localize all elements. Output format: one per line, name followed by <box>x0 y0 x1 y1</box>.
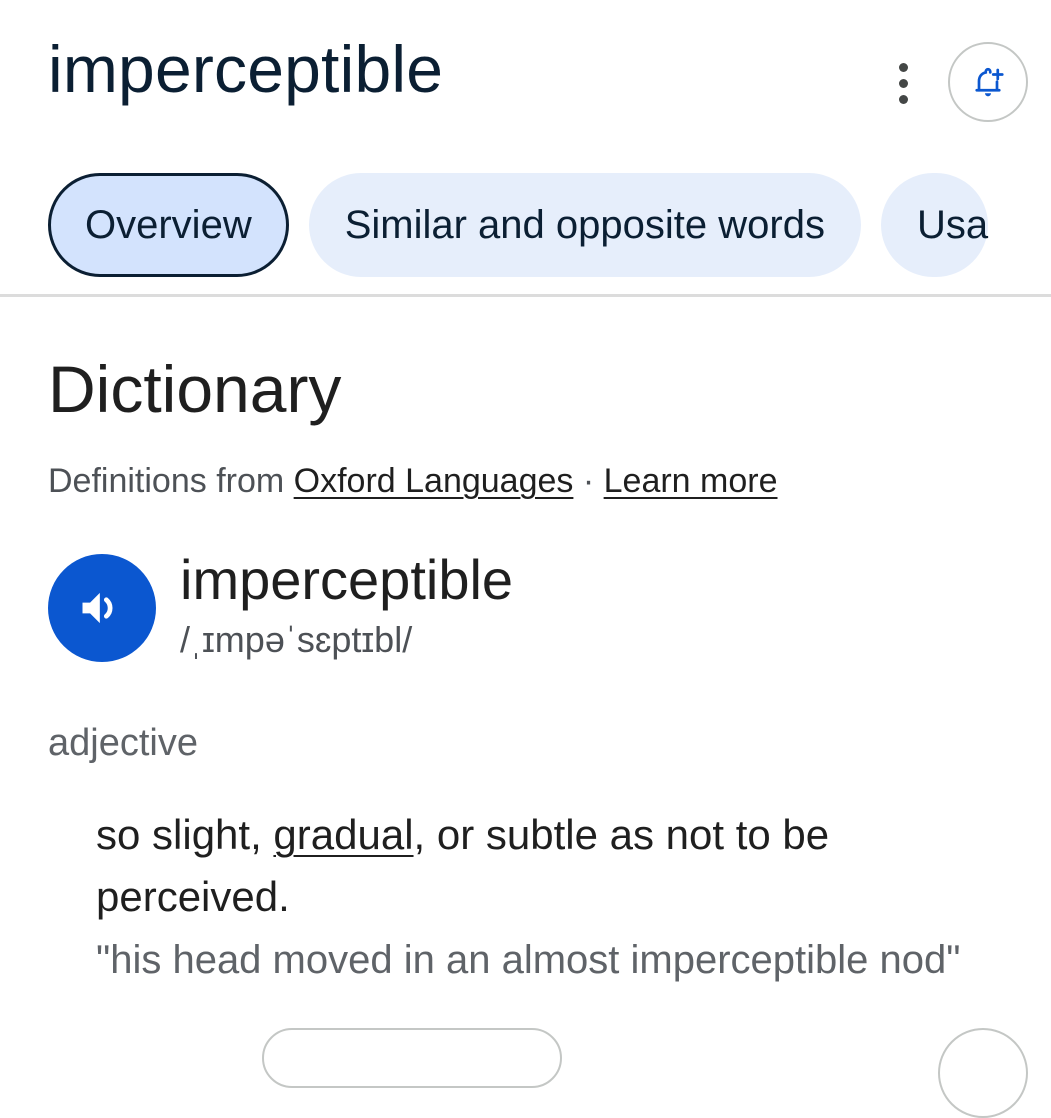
more-options-button[interactable] <box>884 60 922 106</box>
tabs-divider <box>0 294 1051 297</box>
definition-part-1: so slight, <box>96 811 274 858</box>
pronunciation-button[interactable] <box>48 554 156 662</box>
phonetic-spelling: /ˌɪmpəˈsɛptɪbl/ <box>180 619 413 660</box>
definition-text: so slight, gradual, or subtle as not to … <box>96 804 1016 928</box>
example-sentence: "his head moved in an almost imperceptib… <box>96 938 961 982</box>
headword: imperceptible <box>180 548 514 611</box>
source-separator: · <box>573 462 604 500</box>
volume-icon <box>82 592 113 624</box>
source-prefix: Definitions from <box>48 462 294 500</box>
search-tabs: Overview Similar and opposite words Usa <box>48 173 1051 281</box>
add-alert-icon <box>975 67 1004 97</box>
tab-usage[interactable]: Usa <box>880 173 989 277</box>
oxford-languages-link[interactable]: Oxford Languages <box>294 462 574 500</box>
search-term-title: imperceptible <box>48 32 444 106</box>
more-vert-icon-dot <box>898 94 908 104</box>
definitions-source: Definitions from Oxford Languages · Lear… <box>48 462 778 501</box>
add-alert-button[interactable] <box>948 42 1028 122</box>
tab-overview[interactable]: Overview <box>48 173 289 277</box>
bottom-chip[interactable] <box>262 1028 562 1088</box>
more-vert-icon-dot <box>898 78 908 88</box>
more-vert-icon <box>898 62 908 72</box>
bottom-circle-button[interactable] <box>938 1028 1028 1118</box>
part-of-speech: adjective <box>48 722 198 764</box>
learn-more-link[interactable]: Learn more <box>604 462 778 500</box>
tab-similar-and-opposite-words[interactable]: Similar and opposite words <box>308 173 861 277</box>
dictionary-heading: Dictionary <box>48 352 342 426</box>
gradual-link[interactable]: gradual <box>273 811 413 858</box>
